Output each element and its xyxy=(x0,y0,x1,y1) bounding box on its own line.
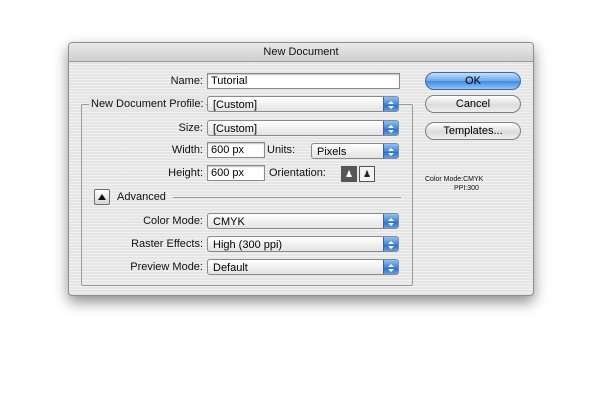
dialog-title: New Document xyxy=(69,43,533,62)
ok-button[interactable]: OK xyxy=(425,72,521,90)
orientation-label: Orientation: xyxy=(269,167,326,179)
select-arrows-icon xyxy=(383,260,398,274)
advanced-disclosure-button[interactable] xyxy=(94,189,110,205)
color-mode-label: Color Mode: xyxy=(143,215,203,227)
select-arrows-icon xyxy=(383,214,398,228)
raster-effects-select-value: High (300 ppi) xyxy=(213,239,283,251)
units-select-value: Pixels xyxy=(317,146,347,158)
cancel-button[interactable]: Cancel xyxy=(425,95,521,113)
size-select-value: [Custom] xyxy=(213,123,258,135)
landscape-icon: ♟ xyxy=(362,169,372,179)
select-arrows-icon xyxy=(383,144,398,158)
landscape-orientation-button[interactable]: ♟ xyxy=(359,166,375,182)
select-arrows-icon xyxy=(383,121,398,135)
raster-effects-select[interactable]: High (300 ppi) xyxy=(207,236,399,252)
color-mode-select-value: CMYK xyxy=(213,216,245,228)
units-label: Units: xyxy=(267,144,296,156)
size-label: Size: xyxy=(178,122,203,134)
new-document-dialog: New Document Name: Tutorial New Document… xyxy=(68,42,534,296)
disclosure-triangle-icon xyxy=(98,194,106,200)
portrait-icon: ♟ xyxy=(344,169,354,179)
profile-select[interactable]: [Custom] xyxy=(207,96,399,112)
color-mode-info: Color Mode:CMYK xyxy=(425,176,484,183)
height-input[interactable]: 600 px xyxy=(207,165,265,181)
preview-mode-select[interactable]: Default xyxy=(207,259,399,275)
preview-mode-select-value: Default xyxy=(213,262,248,274)
advanced-separator xyxy=(173,197,401,198)
name-input[interactable]: Tutorial xyxy=(207,73,400,89)
units-select[interactable]: Pixels xyxy=(311,143,399,159)
profile-label: New Document Profile: xyxy=(89,96,206,112)
ppi-info: PPI:300 xyxy=(454,185,479,192)
portrait-orientation-button[interactable]: ♟ xyxy=(341,166,357,182)
width-input[interactable]: 600 px xyxy=(207,142,265,158)
color-mode-select[interactable]: CMYK xyxy=(207,213,399,229)
advanced-label: Advanced xyxy=(117,191,166,203)
height-label: Height: xyxy=(168,167,203,179)
name-label: Name: xyxy=(170,75,203,87)
size-select[interactable]: [Custom] xyxy=(207,120,399,136)
width-label: Width: xyxy=(171,144,203,156)
profile-select-value: [Custom] xyxy=(213,99,258,111)
select-arrows-icon xyxy=(383,237,398,251)
preview-mode-label: Preview Mode: xyxy=(130,261,203,273)
templates-button[interactable]: Templates... xyxy=(425,122,521,140)
raster-effects-label: Raster Effects: xyxy=(131,238,203,250)
select-arrows-icon xyxy=(383,97,398,111)
